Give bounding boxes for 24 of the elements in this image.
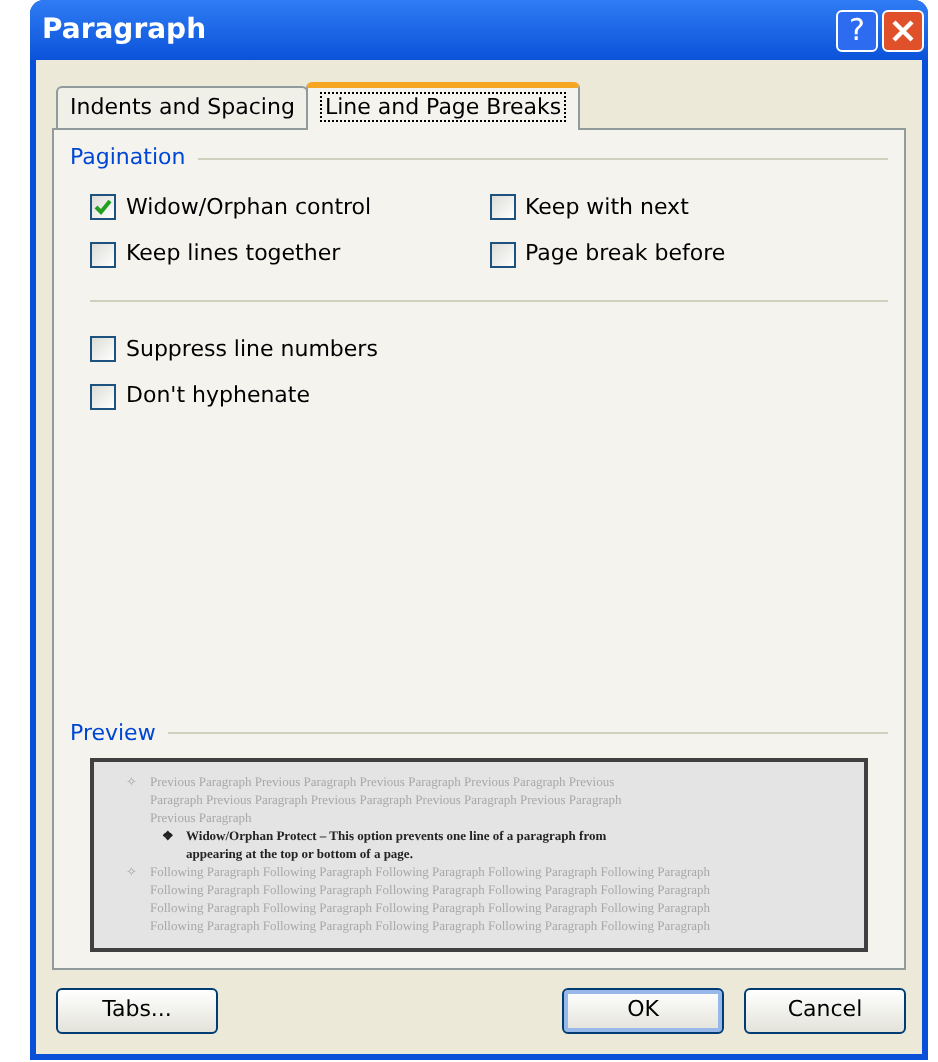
dialog-button[interactable]: Tabs... [56, 987, 218, 1033]
checkbox[interactable]: Keep with next [489, 191, 888, 224]
checkbox[interactable]: Widow/Orphan control [90, 191, 489, 224]
checkbox-box[interactable] [90, 336, 116, 363]
group-title: Preview [70, 717, 156, 749]
checkbox-box[interactable] [489, 194, 515, 221]
checkbox[interactable]: Don't hyphenate [90, 380, 888, 413]
close-button[interactable] [882, 9, 924, 51]
check-icon [94, 198, 112, 217]
dialog-button[interactable]: Cancel [744, 987, 906, 1033]
checkbox-box[interactable] [90, 194, 116, 221]
checkbox-box[interactable] [90, 241, 116, 268]
close-icon [892, 19, 914, 41]
checkbox[interactable]: Page break before [489, 238, 888, 271]
dialog-button[interactable]: OK [562, 987, 724, 1033]
tab[interactable]: Indents and Spacing [56, 86, 309, 128]
checkbox-box[interactable] [90, 383, 116, 410]
window-title: Paragraph [42, 11, 209, 49]
checkbox[interactable]: Keep lines together [90, 238, 489, 271]
help-button[interactable]: ? [836, 9, 878, 51]
checkbox[interactable]: Suppress line numbers [90, 333, 888, 366]
tab[interactable]: Line and Page Breaks [306, 82, 580, 130]
group-title: Pagination [70, 142, 186, 174]
checkbox-box[interactable] [489, 241, 515, 268]
